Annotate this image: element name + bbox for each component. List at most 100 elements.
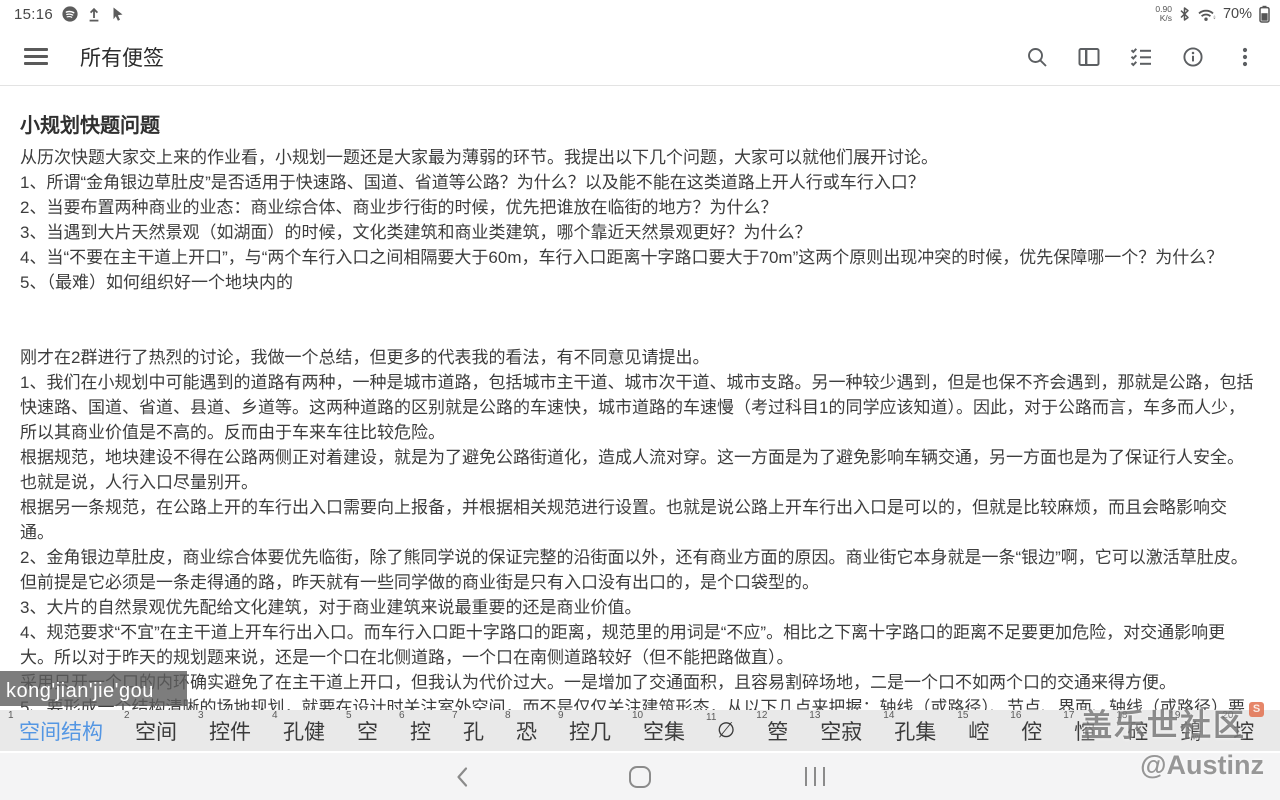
note-line: 3、大片的自然景观优先配给文化建筑，对于商业建筑来说最重要的还是商业价值。 bbox=[20, 595, 1260, 620]
candidate-number: 6 bbox=[399, 710, 405, 721]
ime-candidate[interactable]: 6控 bbox=[399, 716, 431, 746]
menu-icon[interactable] bbox=[24, 48, 48, 64]
note-line: 快速路、国道、省道、县道、乡道等。这两种道路的区别就是公路的车速快，城市道路的车… bbox=[20, 395, 1260, 420]
spotify-icon bbox=[62, 6, 78, 22]
ime-candidate[interactable]: 20埪 bbox=[1222, 716, 1254, 746]
more-icon[interactable] bbox=[1232, 44, 1258, 70]
candidate-text: 悾 bbox=[1074, 721, 1095, 744]
ime-candidate[interactable]: 12箜 bbox=[756, 716, 788, 746]
ime-candidate[interactable]: 16倥 bbox=[1010, 716, 1042, 746]
clock: 15:16 bbox=[14, 6, 53, 23]
candidate-text: 硿 bbox=[1127, 721, 1148, 744]
candidate-text: 空寂 bbox=[820, 721, 862, 744]
candidate-number: 8 bbox=[505, 710, 511, 721]
candidate-text: 箜 bbox=[767, 721, 788, 744]
info-icon[interactable] bbox=[1180, 44, 1206, 70]
note-line: 刚才在2群进行了热烈的讨论，我做一个总结，但更多的代表我的看法，有不同意见请提出… bbox=[20, 345, 1260, 370]
candidate-number: 10 bbox=[632, 710, 643, 721]
candidate-text: 倥 bbox=[1021, 721, 1042, 744]
candidate-number: 15 bbox=[957, 710, 968, 721]
note-line: 1、所谓“金角银边草肚皮”是否适用于快速路、国道、省道等公路？为什么？以及能不能… bbox=[20, 170, 1260, 195]
ime-candidate[interactable]: 2空间 bbox=[124, 716, 177, 746]
recents-button[interactable] bbox=[785, 753, 845, 800]
ime-candidate[interactable]: 18硿 bbox=[1116, 716, 1148, 746]
ime-candidate[interactable]: 10空集 bbox=[632, 716, 685, 746]
checklist-icon[interactable] bbox=[1128, 44, 1154, 70]
note-line: 根据另一条规范，在公路上开的车行出入口需要向上报备，并根据相关规范进行设置。也就… bbox=[20, 495, 1260, 520]
note-editor[interactable]: 小规划快题问题 从历次快题大家交上来的作业看，小规划一题还是大家最为薄弱的环节。… bbox=[0, 87, 1280, 710]
note-line: 采用只开一个口的内环确实避免了在主干道上开口，但我认为代价过大。一是增加了交通面… bbox=[20, 670, 1260, 695]
upload-icon bbox=[87, 6, 101, 22]
candidate-number: 14 bbox=[883, 710, 894, 721]
candidate-number: 3 bbox=[198, 710, 204, 721]
ime-candidate[interactable]: 3控件 bbox=[198, 716, 251, 746]
candidate-text: 崆 bbox=[968, 721, 989, 744]
mouse-pointer-icon bbox=[110, 6, 125, 22]
ime-candidate[interactable]: 8恐 bbox=[505, 716, 537, 746]
home-button[interactable] bbox=[610, 753, 670, 800]
search-icon[interactable] bbox=[1024, 44, 1050, 70]
candidate-text: 空集 bbox=[643, 721, 685, 744]
note-line bbox=[20, 295, 1260, 320]
candidate-number: 7 bbox=[452, 710, 458, 721]
battery-percent: 70% bbox=[1223, 6, 1252, 22]
note-line: 2、金角银边草肚皮，商业综合体要优先临街，除了熊同学说的保证完整的沿街面以外，还… bbox=[20, 545, 1260, 570]
note-lines: 从历次快题大家交上来的作业看，小规划一题还是大家最为薄弱的环节。我提出以下几个问… bbox=[20, 145, 1260, 710]
note-line: 但前提是它必须是一条走得通的路，昨天就有一些同学做的商业街是只有入口没有出口的，… bbox=[20, 570, 1260, 595]
note-title: 小规划快题问题 bbox=[20, 113, 1260, 139]
ime-candidate[interactable]: 9控几 bbox=[558, 716, 611, 746]
battery-icon bbox=[1259, 5, 1270, 23]
ime-candidate[interactable]: 11∅ bbox=[706, 718, 735, 743]
candidate-text: 孔健 bbox=[283, 721, 325, 744]
candidate-text: ∅ bbox=[717, 719, 735, 742]
candidate-text: 鵼 bbox=[1180, 721, 1201, 744]
note-line: 4、当“不要在主干道上开口”，与“两个车行入口之间相隔要大于60m，车行入口距离… bbox=[20, 245, 1260, 270]
split-view-icon[interactable] bbox=[1076, 44, 1102, 70]
note-line: 5、要形成一个结构清晰的场地规划，就要在设计时关注室外空间，而不是仅仅关注建筑形… bbox=[20, 695, 1260, 710]
candidate-text: 恐 bbox=[516, 721, 537, 744]
ime-candidate[interactable]: 1空间结构 bbox=[8, 716, 103, 746]
ime-candidate[interactable]: 14孔集 bbox=[883, 716, 936, 746]
note-line: 通。 bbox=[20, 520, 1260, 545]
candidate-number: 18 bbox=[1116, 710, 1127, 721]
note-line bbox=[20, 320, 1260, 345]
app-toolbar: 所有便签 bbox=[0, 28, 1280, 86]
ime-composing-text: kong'jian'jie'gou bbox=[0, 671, 187, 706]
candidate-number: 4 bbox=[272, 710, 278, 721]
ime-candidate-bar: 1空间结构2空间3控件4孔健5空6控7孔8恐9控几10空集11∅12箜13空寂1… bbox=[0, 710, 1280, 751]
candidate-text: 控 bbox=[410, 721, 431, 744]
note-line: 从历次快题大家交上来的作业看，小规划一题还是大家最为薄弱的环节。我提出以下几个问… bbox=[20, 145, 1260, 170]
recents-icon bbox=[805, 767, 826, 786]
page-title: 所有便签 bbox=[80, 42, 164, 72]
candidate-text: 控几 bbox=[569, 721, 611, 744]
candidate-text: 空间结构 bbox=[19, 721, 103, 744]
candidate-number: 1 bbox=[8, 710, 14, 721]
note-line: 5、（最难）如何组织好一个地块内的 bbox=[20, 270, 1260, 295]
note-line: 2、当要布置两种商业的业态：商业综合体、商业步行街的时候，优先把谁放在临街的地方… bbox=[20, 195, 1260, 220]
note-line: 也就是说，人行入口尽量别开。 bbox=[20, 470, 1260, 495]
candidate-text: 孔 bbox=[463, 721, 484, 744]
note-line: 根据规范，地块建设不得在公路两侧正对着建设，就是为了避免公路街道化，造成人流对穿… bbox=[20, 445, 1260, 470]
home-icon bbox=[629, 766, 651, 788]
back-button[interactable] bbox=[433, 753, 493, 800]
ime-candidate[interactable]: 7孔 bbox=[452, 716, 484, 746]
ime-candidate[interactable]: 19鵼 bbox=[1169, 716, 1201, 746]
bluetooth-icon bbox=[1179, 6, 1190, 22]
ime-candidate[interactable]: 17悾 bbox=[1063, 716, 1095, 746]
candidate-number: 13 bbox=[809, 710, 820, 721]
ime-candidate[interactable]: 15崆 bbox=[957, 716, 989, 746]
candidate-text: 控件 bbox=[209, 721, 251, 744]
note-line: 3、当遇到大片天然景观（如湖面）的时候，文化类建筑和商业类建筑，哪个靠近天然景观… bbox=[20, 220, 1260, 245]
note-line: 大。所以对于昨天的规划题来说，还是一个口在北侧道路，一个口在南侧道路较好（但不能… bbox=[20, 645, 1260, 670]
screen: 15:16 0.90 K/s bbox=[0, 0, 1280, 800]
candidate-number: 5 bbox=[346, 710, 352, 721]
candidate-number: 11 bbox=[706, 712, 716, 723]
note-line: 1、我们在小规划中可能遇到的道路有两种，一种是城市道路，包括城市主干道、城市次干… bbox=[20, 370, 1260, 395]
candidate-number: 12 bbox=[756, 710, 767, 721]
ime-candidate[interactable]: 13空寂 bbox=[809, 716, 862, 746]
wifi-icon bbox=[1197, 7, 1216, 22]
candidate-text: 埪 bbox=[1233, 721, 1254, 744]
ime-candidate[interactable]: 4孔健 bbox=[272, 716, 325, 746]
ime-candidate[interactable]: 5空 bbox=[346, 716, 378, 746]
candidate-number: 17 bbox=[1063, 710, 1074, 721]
